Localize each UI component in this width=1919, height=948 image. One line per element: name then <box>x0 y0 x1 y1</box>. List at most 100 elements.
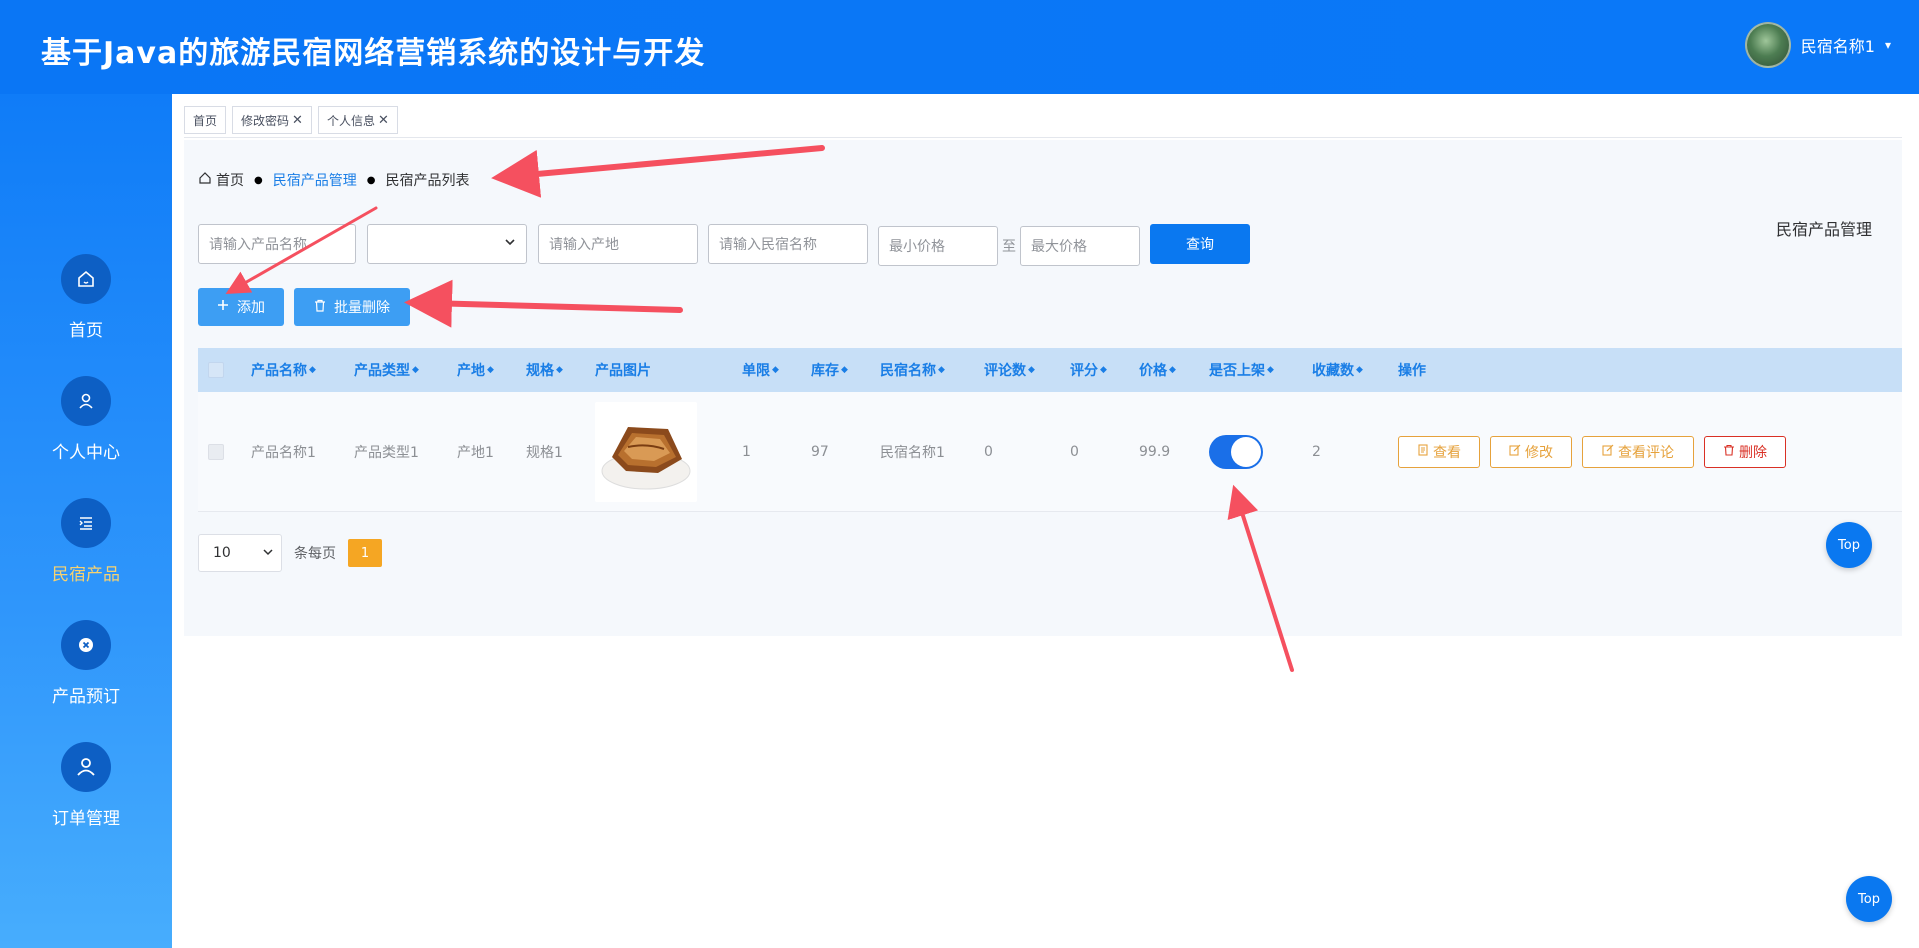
chevron-down-icon <box>504 236 516 252</box>
sidebar-item-product-booking[interactable]: 产品预订 <box>0 620 172 730</box>
close-icon[interactable]: ✕ <box>378 113 389 128</box>
cell-operations: 查看 修改 查看评论 删除 <box>1398 392 1786 512</box>
avatar[interactable] <box>1744 22 1791 68</box>
product-type-select[interactable] <box>367 224 527 264</box>
tab-change-password[interactable]: 修改密码 ✕ <box>232 106 312 134</box>
main-content: 首页 修改密码 ✕ 个人信息 ✕ 民宿产品管理 首页 ● 民宿产品管理 ● 民宿产品… <box>172 94 1919 948</box>
document-icon <box>1417 444 1429 460</box>
sidebar-item-label: 个人中心 <box>52 443 120 463</box>
add-button[interactable]: 添加 <box>198 288 284 326</box>
column-header[interactable]: 产品类型 ◆ <box>354 348 419 392</box>
page-1-button[interactable]: 1 <box>348 539 382 567</box>
batch-delete-label: 批量删除 <box>334 300 390 316</box>
sidebar-item-home[interactable]: 首页 <box>0 254 172 364</box>
column-header[interactable]: 收藏数 ◆ <box>1312 348 1363 392</box>
user-menu[interactable]: 民宿名称1 ▾ <box>1744 22 1891 68</box>
breadcrumb: 首页 ● 民宿产品管理 ● 民宿产品列表 <box>198 170 469 190</box>
column-header[interactable]: 单限 ◆ <box>742 348 779 392</box>
content-panel: 民宿产品管理 首页 ● 民宿产品管理 ● 民宿产品列表 请输入产品名称 请输入产… <box>184 140 1902 636</box>
tab-personal-info[interactable]: 个人信息 ✕ <box>317 106 398 134</box>
sort-icon: ◆ <box>1356 364 1363 375</box>
delete-button[interactable]: 删除 <box>1704 436 1786 468</box>
breadcrumb-section[interactable]: 民宿产品管理 <box>273 170 357 190</box>
cell-spec: 规格1 <box>526 445 563 461</box>
sort-icon: ◆ <box>841 364 848 375</box>
tab-home[interactable]: 首页 <box>184 106 227 134</box>
column-header[interactable]: 产品名称 ◆ <box>251 348 316 392</box>
sidebar-item-orders[interactable]: 订单管理 <box>0 742 172 852</box>
column-header[interactable]: 评分 ◆ <box>1070 348 1107 392</box>
sort-icon: ◆ <box>1100 364 1107 375</box>
cell-favorites: 2 <box>1312 444 1321 460</box>
sort-icon: ◆ <box>1028 364 1035 375</box>
column-header[interactable]: 民宿名称 ◆ <box>880 348 945 392</box>
chevron-down-icon[interactable]: ▾ <box>1885 38 1891 52</box>
products-table: 产品名称 ◆ 产品类型 ◆ 产地 ◆ 规格 ◆ 产品图片 单限 ◆ 库存 ◆ 民宿名称 ◆ 评… <box>198 348 1902 512</box>
column-header[interactable]: 是否上架 ◆ <box>1209 348 1274 392</box>
sidebar-item-profile[interactable]: 个人中心 <box>0 376 172 486</box>
cell-comments: 0 <box>984 444 993 460</box>
top-header: 基于Java的旅游民宿网络营销系统的设计与开发 民宿名称1 ▾ <box>0 0 1919 94</box>
sort-icon: ◆ <box>772 364 779 375</box>
select-all-checkbox[interactable] <box>208 348 224 392</box>
sort-icon: ◆ <box>556 364 563 375</box>
edit-icon <box>1602 444 1614 460</box>
back-to-top-button[interactable]: Top <box>1846 876 1892 922</box>
cell-limit: 1 <box>742 444 751 460</box>
column-header[interactable]: 价格 ◆ <box>1139 348 1176 392</box>
breadcrumb-home[interactable]: 首页 <box>216 170 244 190</box>
on-shelf-toggle[interactable] <box>1209 435 1263 469</box>
product-name-input[interactable]: 请输入产品名称 <box>198 224 356 264</box>
chevron-down-icon <box>263 545 273 561</box>
origin-input[interactable]: 请输入产地 <box>538 224 698 264</box>
home-icon <box>198 171 212 189</box>
sort-icon: ◆ <box>1169 364 1176 375</box>
tab-label: 个人信息 <box>326 113 375 128</box>
app-title: 基于Java的旅游民宿网络营销系统的设计与开发 <box>41 36 706 71</box>
person-icon <box>61 742 111 792</box>
home-icon <box>61 254 111 304</box>
sidebar-item-label: 首页 <box>69 321 103 341</box>
user-icon <box>61 376 111 426</box>
username[interactable]: 民宿名称1 <box>1801 33 1875 57</box>
cell-product-type: 产品类型1 <box>354 445 419 461</box>
page-title: 民宿产品管理 <box>1775 220 1872 239</box>
column-header[interactable]: 评论数 ◆ <box>984 348 1035 392</box>
breadcrumb-separator: ● <box>254 174 263 186</box>
cell-on-shelf <box>1209 392 1263 512</box>
column-header: 产品图片 <box>595 363 651 379</box>
sidebar-item-homestay-products[interactable]: 民宿产品 <box>0 498 172 608</box>
close-circle-icon <box>61 620 111 670</box>
view-comments-button[interactable]: 查看评论 <box>1582 436 1694 468</box>
min-price-input[interactable]: 最小价格 <box>878 226 998 266</box>
per-page-label: 条每页 <box>294 546 336 562</box>
cell-stock: 97 <box>811 444 829 460</box>
page-size-select[interactable]: 10 <box>198 534 282 572</box>
trash-icon <box>314 299 326 316</box>
view-button[interactable]: 查看 <box>1398 436 1480 468</box>
pagination: 10 条每页 1 <box>198 534 382 572</box>
tab-label: 修改密码 <box>241 113 290 128</box>
trash-icon <box>1723 444 1735 460</box>
close-icon[interactable]: ✕ <box>292 113 303 128</box>
row-checkbox[interactable] <box>208 392 224 512</box>
add-button-label: 添加 <box>237 300 265 316</box>
query-button[interactable]: 查询 <box>1150 224 1250 264</box>
max-price-input[interactable]: 最大价格 <box>1020 226 1140 266</box>
edit-icon <box>1509 444 1521 460</box>
column-header[interactable]: 库存 ◆ <box>811 348 848 392</box>
table-row: 产品名称1 产品类型1 产地1 规格1 1 97 民宿名称1 0 0 99.9 … <box>198 392 1902 512</box>
column-header[interactable]: 规格 ◆ <box>526 348 563 392</box>
sidebar: 首页 个人中心 民宿产品 产品预订 订单管理 <box>0 94 172 948</box>
column-header[interactable]: 产地 ◆ <box>457 348 494 392</box>
breadcrumb-current: 民宿产品列表 <box>385 173 470 189</box>
back-to-top-button[interactable]: Top <box>1826 522 1872 568</box>
product-thumbnail[interactable] <box>595 402 697 502</box>
plus-icon <box>217 299 229 315</box>
batch-delete-button[interactable]: 批量删除 <box>294 288 410 326</box>
homestay-name-input[interactable]: 请输入民宿名称 <box>708 224 868 264</box>
edit-button[interactable]: 修改 <box>1490 436 1572 468</box>
breadcrumb-separator: ● <box>366 174 376 186</box>
sidebar-item-label: 订单管理 <box>52 809 120 829</box>
table-header: 产品名称 ◆ 产品类型 ◆ 产地 ◆ 规格 ◆ 产品图片 单限 ◆ 库存 ◆ 民宿名称 ◆ 评… <box>198 348 1902 392</box>
